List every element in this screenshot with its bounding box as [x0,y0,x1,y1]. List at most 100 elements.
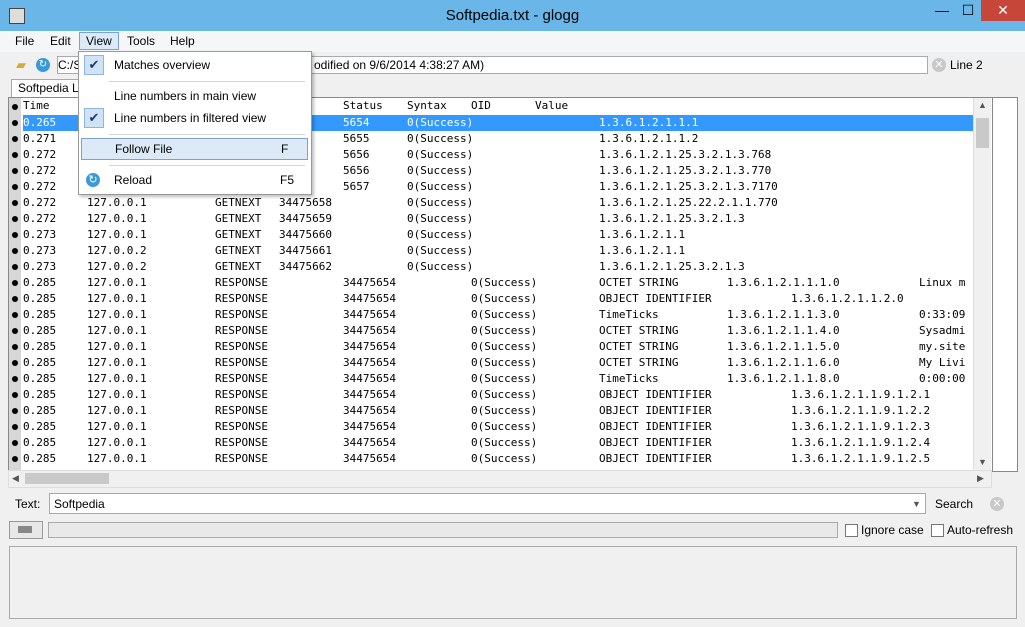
log-syntax: 1.3.6.1.2.1.25.3.2.1.3 [599,212,745,225]
menu-file[interactable]: File [9,33,40,49]
log-time: 0.285 [23,340,57,353]
minimize-button[interactable]: — [929,0,955,21]
log-request-id: 34475654 [343,388,396,401]
log-source: 127.0.0.1 [87,228,147,241]
header-value: Value [535,99,569,112]
scroll-down-icon[interactable]: ▼ [978,457,987,467]
scroll-up-icon[interactable]: ▲ [978,100,987,110]
scroll-left-icon[interactable]: ◀ [12,473,19,484]
search-dropdown-icon[interactable]: ▼ [912,499,921,509]
menu-item-line-numbers-main[interactable]: Line numbers in main view [81,85,308,107]
log-time: 0.285 [23,452,57,465]
log-time: 0.285 [23,292,57,305]
log-status: 0(Success) [471,340,538,353]
log-status: 0(Success) [407,180,474,193]
log-line[interactable]: 0.285 127.0.0.1 RESPONSE 34475654 0(Success)… [23,339,973,355]
log-type: RESPONSE [215,340,268,353]
log-oid: 1.3.6.1.2.1.1.9.1.2.5 [791,452,931,465]
line-marker [12,328,18,334]
menu-item-line-numbers-filtered[interactable]: ✔ Line numbers in filtered view [81,107,308,129]
auto-refresh-checkbox[interactable] [931,524,944,537]
line-marker [12,280,18,286]
log-status: 0(Success) [407,260,474,273]
log-line[interactable]: 0.285 127.0.0.1 RESPONSE 34475654 0(Success)… [23,435,973,451]
log-request-id: 34475654 [343,292,396,305]
line-marker [12,296,18,302]
search-input[interactable]: Softpedia [49,493,926,514]
log-line[interactable]: 0.273 127.0.0.2 GETNEXT 34475661 0(Success) 1… [23,243,973,259]
menu-item-label: Line numbers in main view [114,89,257,103]
log-time: 0.285 [23,436,57,449]
menu-item-reload[interactable]: ↻ Reload F5 [81,169,308,191]
log-type: RESPONSE [215,356,268,369]
log-type: GETNEXT [215,196,262,209]
line-marker [12,312,18,318]
log-request-id: 34475654 [343,452,396,465]
log-line[interactable]: 0.285 127.0.0.1 RESPONSE 34475654 0(Success)… [23,307,973,323]
log-status: 0(Success) [407,164,474,177]
log-line[interactable]: 0.285 127.0.0.1 RESPONSE 34475654 0(Success)… [23,275,973,291]
log-time: 0.272 [23,148,57,161]
log-line[interactable]: 0.285 127.0.0.1 RESPONSE 34475654 0(Success)… [23,323,973,339]
log-source: 127.0.0.1 [87,196,147,209]
log-line[interactable]: 0.285 127.0.0.1 RESPONSE 34475654 0(Success)… [23,291,973,307]
horizontal-scroll-thumb[interactable] [25,473,109,484]
log-line[interactable]: 0.272 127.0.0.1 GETNEXT 34475658 0(Success) 1… [23,195,973,211]
log-value: 0:33:09 [919,308,966,321]
log-line[interactable]: 0.285 127.0.0.1 RESPONSE 34475654 0(Success)… [23,355,973,371]
close-button[interactable]: ✕ [981,0,1025,21]
vertical-scrollbar[interactable]: ▲ ▼ [973,98,991,471]
open-folder-icon[interactable]: ▰ [14,58,28,72]
line-gutter [9,98,21,471]
log-line[interactable]: 0.273 127.0.0.2 GETNEXT 34475662 0(Success) 1… [23,259,973,275]
log-time: 0.272 [23,212,57,225]
reload-icon[interactable]: ↻ [36,58,50,72]
log-syntax: 1.3.6.1.2.1.1.1 [599,116,699,129]
menu-item-shortcut: F5 [280,173,295,187]
log-oid: 1.3.6.1.2.1.1.3.0 [727,308,840,321]
menu-item-follow-file[interactable]: Follow File F [81,138,308,160]
horizontal-scrollbar[interactable]: ◀ ▶ [8,470,992,488]
vertical-scroll-thumb[interactable] [976,118,989,148]
log-source: 127.0.0.1 [87,276,147,289]
log-line[interactable]: 0.285 127.0.0.1 RESPONSE 34475654 0(Success)… [23,371,973,387]
log-request-id: 34475654 [343,372,396,385]
menu-edit[interactable]: Edit [44,33,77,49]
menu-help[interactable]: Help [164,33,201,49]
close-file-icon[interactable]: ✕ [932,58,946,72]
header-status: Status [343,99,383,112]
line-marker [12,168,18,174]
log-source: 127.0.0.2 [87,260,147,273]
menu-tools[interactable]: Tools [121,33,161,49]
menu-view[interactable]: View [79,32,119,50]
filtered-view[interactable] [9,546,1017,619]
log-line[interactable]: 0.285 127.0.0.1 RESPONSE 34475654 0(Success)… [23,419,973,435]
line-marker [12,424,18,430]
log-time: 0.272 [23,196,57,209]
stop-search-icon[interactable]: ✕ [990,497,1004,511]
log-request-id: 34475654 [343,276,396,289]
log-oid: 1.3.6.1.2.1.1.8.0 [727,372,840,385]
matches-overview[interactable] [992,98,1017,471]
log-value: My Livi [919,356,966,369]
log-line[interactable]: 0.285 127.0.0.1 RESPONSE 34475654 0(Success)… [23,403,973,419]
log-oid: 1.3.6.1.2.1.1.9.1.2.2 [791,404,931,417]
ignore-case-label: Ignore case [861,523,924,537]
view-toggle-button[interactable] [9,521,43,539]
menu-item-label: Follow File [115,142,173,156]
log-value: Sysadmi [919,324,966,337]
ignore-case-checkbox[interactable] [845,524,858,537]
log-line[interactable]: 0.285 127.0.0.1 RESPONSE 34475654 0(Success)… [23,387,973,403]
log-time: 0.271 [23,132,57,145]
log-line[interactable]: 0.272 127.0.0.1 GETNEXT 34475659 0(Success) 1… [23,211,973,227]
log-time: 0.285 [23,324,57,337]
maximize-button[interactable]: ☐ [955,0,981,21]
log-source: 127.0.0.1 [87,420,147,433]
log-line[interactable]: 0.273 127.0.0.1 GETNEXT 34475660 0(Success) 1… [23,227,973,243]
log-line[interactable]: 0.285 127.0.0.1 RESPONSE 34475654 0(Success)… [23,451,973,467]
search-button[interactable]: Search [935,497,973,511]
log-request-id: 34475654 [343,340,396,353]
search-progress-bar [48,522,838,538]
scroll-right-icon[interactable]: ▶ [977,473,984,484]
menu-item-matches-overview[interactable]: ✔ Matches overview [81,54,308,76]
